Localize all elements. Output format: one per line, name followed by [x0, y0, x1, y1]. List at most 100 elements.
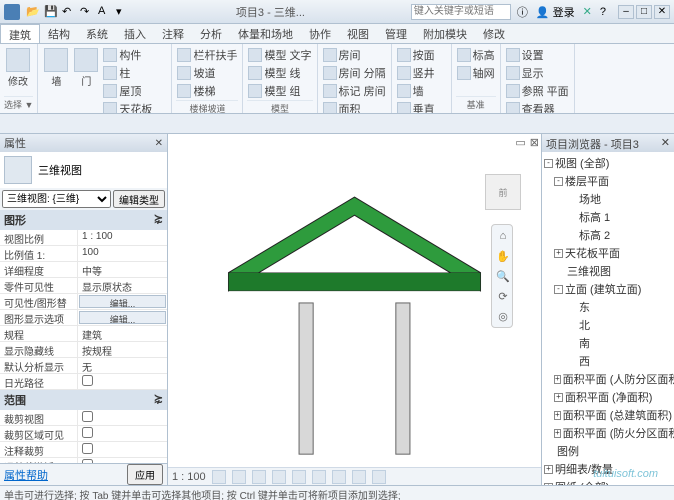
qat-undo-icon[interactable]: ↶: [62, 5, 76, 19]
ribbon-small-button[interactable]: 竖井: [396, 64, 447, 82]
ribbon-tab-7[interactable]: 协作: [301, 24, 339, 43]
property-checkbox[interactable]: [82, 427, 93, 438]
ribbon-small-button[interactable]: 房间 分隔: [322, 64, 387, 82]
tree-twisty-icon[interactable]: -: [544, 159, 553, 168]
help-icon[interactable]: ?: [600, 6, 606, 18]
tree-node[interactable]: -视图 (全部): [544, 154, 672, 172]
tree-twisty-icon[interactable]: -: [554, 285, 563, 294]
close-button[interactable]: ✕: [654, 5, 670, 19]
ribbon-small-button[interactable]: 楼梯: [176, 82, 238, 100]
ribbon-small-button[interactable]: 模型 文字: [247, 46, 312, 64]
property-value[interactable]: 建筑: [78, 326, 167, 341]
apply-button[interactable]: 应用: [127, 464, 163, 485]
qat-print-icon[interactable]: A: [98, 5, 112, 19]
ribbon-small-button[interactable]: 模型 组: [247, 82, 312, 100]
property-value[interactable]: 100: [78, 246, 167, 261]
ribbon-small-button[interactable]: 显示: [505, 64, 570, 82]
ribbon-button[interactable]: 门: [72, 46, 100, 114]
tree-node[interactable]: -楼层平面: [544, 172, 672, 190]
tree-node[interactable]: 三维视图: [544, 262, 672, 280]
detail-level-icon[interactable]: [212, 470, 226, 484]
view-cube[interactable]: 前: [485, 174, 521, 210]
tree-twisty-icon[interactable]: +: [544, 465, 553, 474]
tree-node[interactable]: +面积平面 (净面积): [544, 388, 672, 406]
property-value[interactable]: 按规程: [78, 342, 167, 357]
property-value[interactable]: [78, 410, 167, 425]
properties-help-link[interactable]: 属性帮助: [4, 467, 48, 483]
property-group-header[interactable]: 图形⋩: [0, 210, 167, 230]
tree-twisty-icon[interactable]: +: [544, 483, 553, 486]
nav-orbit-icon[interactable]: ⟳: [494, 287, 512, 305]
property-checkbox[interactable]: [82, 411, 93, 422]
property-value[interactable]: 中等: [78, 262, 167, 277]
minimize-button[interactable]: ‒: [618, 5, 634, 19]
ribbon-tab-2[interactable]: 系统: [78, 24, 116, 43]
ribbon-small-button[interactable]: 墙: [396, 82, 447, 100]
property-value[interactable]: [78, 426, 167, 441]
property-value[interactable]: [78, 374, 167, 389]
edit-type-button[interactable]: 编辑类型: [113, 190, 165, 208]
tree-node[interactable]: 标高 2: [544, 226, 672, 244]
scale-label[interactable]: 1 : 100: [172, 471, 206, 483]
help-search-input[interactable]: [411, 4, 511, 20]
tree-node[interactable]: 西: [544, 352, 672, 370]
ribbon-tab-5[interactable]: 分析: [192, 24, 230, 43]
property-checkbox[interactable]: [82, 375, 93, 386]
render-icon[interactable]: [292, 470, 306, 484]
view-restore-icon[interactable]: ▭: [515, 136, 525, 148]
ribbon-small-button[interactable]: 栏杆扶手: [176, 46, 238, 64]
crop-visible-icon[interactable]: [332, 470, 346, 484]
exchange-icon[interactable]: ✕: [583, 5, 592, 18]
tree-node[interactable]: +天花板平面: [544, 244, 672, 262]
browser-close-icon[interactable]: ✕: [661, 136, 670, 150]
type-selector[interactable]: 三维视图: [0, 152, 167, 188]
tree-twisty-icon[interactable]: +: [554, 411, 561, 420]
properties-close-icon[interactable]: ✕: [155, 138, 163, 149]
ribbon-small-button[interactable]: 垂直: [396, 100, 447, 114]
property-value[interactable]: 编辑...: [79, 295, 166, 308]
nav-home-icon[interactable]: ⌂: [494, 227, 512, 245]
tree-twisty-icon[interactable]: -: [554, 177, 563, 186]
qat-save-icon[interactable]: 💾: [44, 5, 58, 19]
property-value[interactable]: 编辑...: [79, 311, 166, 324]
tree-node[interactable]: -立面 (建筑立面): [544, 280, 672, 298]
tree-twisty-icon[interactable]: +: [554, 375, 561, 384]
qat-redo-icon[interactable]: ↷: [80, 5, 94, 19]
ribbon-small-button[interactable]: 柱: [102, 64, 167, 82]
tree-node[interactable]: +面积平面 (总建筑面积): [544, 406, 672, 424]
property-value[interactable]: 显示原状态: [78, 278, 167, 293]
qat-more-icon[interactable]: ▾: [116, 5, 130, 19]
ribbon-tab-4[interactable]: 注释: [154, 24, 192, 43]
sun-path-icon[interactable]: [252, 470, 266, 484]
ribbon-small-button[interactable]: 面积: [322, 100, 387, 114]
property-checkbox[interactable]: [82, 443, 93, 454]
tree-node[interactable]: +面积平面 (人防分区面积): [544, 370, 672, 388]
tree-node[interactable]: 北: [544, 316, 672, 334]
ribbon-button[interactable]: 修改: [4, 46, 32, 90]
ribbon-small-button[interactable]: 按面: [396, 46, 447, 64]
ribbon-tab-10[interactable]: 附加模块: [415, 24, 475, 43]
ribbon-tab-9[interactable]: 管理: [377, 24, 415, 43]
ribbon-small-button[interactable]: 坡道: [176, 64, 238, 82]
tree-node[interactable]: 场地: [544, 190, 672, 208]
tree-twisty-icon[interactable]: +: [554, 249, 563, 258]
ribbon-small-button[interactable]: 天花板: [102, 100, 167, 114]
tree-node[interactable]: +图纸 (全部): [544, 478, 672, 485]
shadows-icon[interactable]: [272, 470, 286, 484]
ribbon-small-button[interactable]: 参照 平面: [505, 82, 570, 100]
ribbon-small-button[interactable]: 轴网: [456, 64, 496, 82]
tree-node[interactable]: 南: [544, 334, 672, 352]
ribbon-small-button[interactable]: 构件: [102, 46, 167, 64]
tree-node[interactable]: +明细表/数量: [544, 460, 672, 478]
ribbon-tab-6[interactable]: 体量和场地: [230, 24, 301, 43]
tree-node[interactable]: 图例: [544, 442, 672, 460]
ribbon-tab-11[interactable]: 修改: [475, 24, 513, 43]
tree-node[interactable]: +面积平面 (防火分区面积): [544, 424, 672, 442]
tree-node[interactable]: 标高 1: [544, 208, 672, 226]
view-close-icon[interactable]: ⊠: [530, 136, 539, 148]
info-icon[interactable]: ⓘ: [517, 4, 528, 20]
reveal-hidden-icon[interactable]: [372, 470, 386, 484]
tree-twisty-icon[interactable]: +: [554, 393, 563, 402]
nav-zoom-icon[interactable]: 🔍: [494, 267, 512, 285]
property-group-header[interactable]: 范围⋩: [0, 390, 167, 410]
